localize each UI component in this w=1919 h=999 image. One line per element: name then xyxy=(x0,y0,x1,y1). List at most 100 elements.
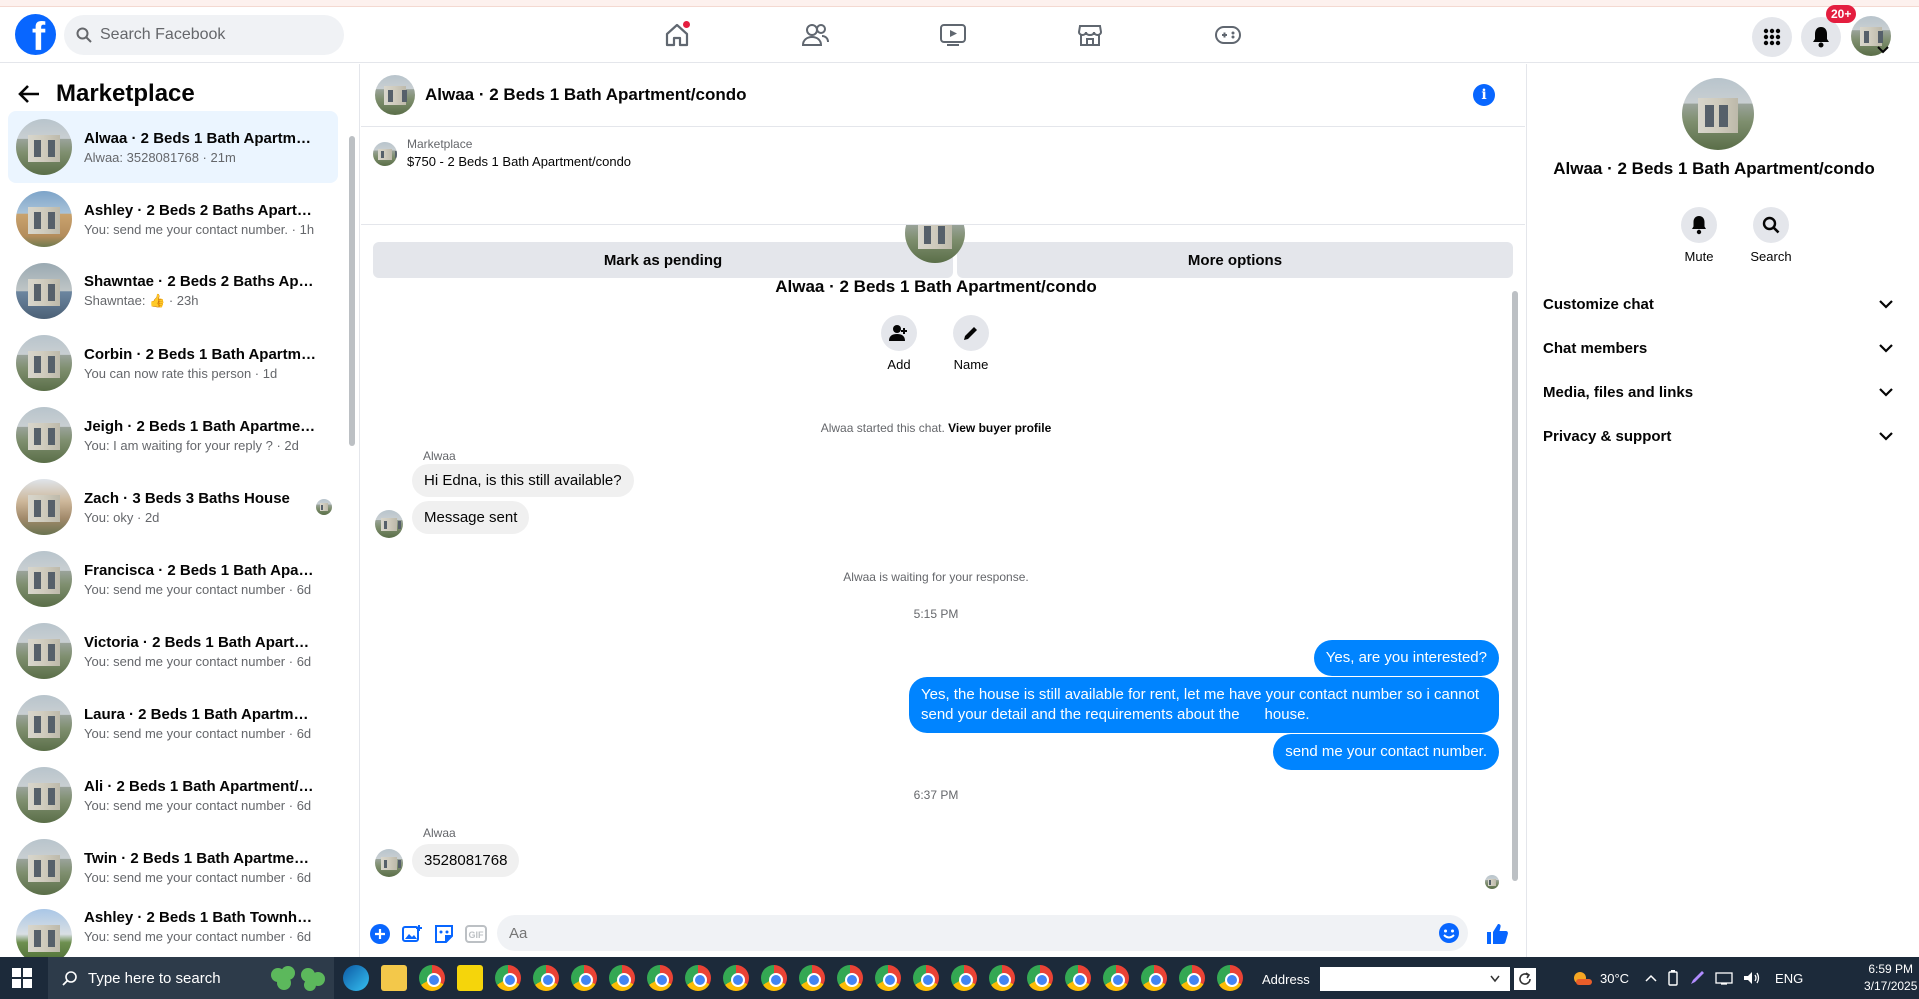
marketplace-nav[interactable] xyxy=(1074,19,1106,51)
name-button[interactable]: Name xyxy=(951,315,991,372)
sticker-button[interactable] xyxy=(433,923,455,945)
chat-members-section[interactable]: Chat members xyxy=(1543,328,1893,368)
conversation-item[interactable]: Zach · 3 Beds 3 Baths House You: oky · 2d xyxy=(8,471,338,543)
conversation-item[interactable]: Shawntae · 2 Beds 2 Baths Apart... Shawnt… xyxy=(8,255,338,327)
chevron-down-icon[interactable] xyxy=(1490,975,1500,983)
home-nav[interactable] xyxy=(661,19,693,51)
menu-button[interactable] xyxy=(1752,17,1792,57)
taskbar-search[interactable] xyxy=(48,957,334,999)
chrome-app-icon[interactable] xyxy=(419,965,445,991)
refresh-icon[interactable] xyxy=(1513,968,1536,990)
file-explorer-icon[interactable] xyxy=(381,965,407,991)
conversation-item[interactable]: Ashley · 2 Beds 1 Bath Townhouse You: sen… xyxy=(8,903,338,957)
chrome-app-icon[interactable] xyxy=(913,965,939,991)
conversation-item[interactable]: Francisca · 2 Beds 1 Bath Apartm... You: … xyxy=(8,543,338,615)
privacy-support-section[interactable]: Privacy & support xyxy=(1543,416,1893,456)
conversation-item[interactable]: Alwaa · 2 Beds 1 Bath Apartmen... Alwaa: … xyxy=(8,111,338,183)
media-files-links-section[interactable]: Media, files and links xyxy=(1543,372,1893,412)
windows-start-icon[interactable] xyxy=(12,968,32,988)
chevron-down-icon[interactable] xyxy=(1877,45,1889,55)
info-icon[interactable]: i xyxy=(1473,84,1495,106)
incoming-message[interactable]: Message sent xyxy=(412,501,530,534)
battery-icon[interactable] xyxy=(1667,970,1679,986)
chrome-app-icon[interactable] xyxy=(875,965,901,991)
incoming-message[interactable]: 3528081768 xyxy=(412,844,520,877)
address-input[interactable] xyxy=(1319,967,1510,991)
chrome-app-icon[interactable] xyxy=(989,965,1015,991)
chrome-app-icon[interactable] xyxy=(533,965,559,991)
message-input[interactable] xyxy=(509,924,1409,942)
conversation-title: Zach · 3 Beds 3 Baths House xyxy=(84,489,290,507)
sidebar-scrollbar[interactable] xyxy=(348,124,356,904)
gaming-nav[interactable] xyxy=(1212,19,1244,51)
conversation-item[interactable]: Ali · 2 Beds 1 Bath Apartment/co... You: … xyxy=(8,759,338,831)
emoji-icon[interactable] xyxy=(1438,922,1460,944)
sidebar-title: Marketplace xyxy=(56,80,195,107)
chat-title[interactable]: Alwaa · 2 Beds 1 Bath Apartment/condo xyxy=(425,85,746,105)
pen-icon[interactable] xyxy=(1689,970,1705,986)
mute-button[interactable]: Mute xyxy=(1669,207,1729,264)
chrome-app-icon[interactable] xyxy=(837,965,863,991)
chrome-app-icon[interactable] xyxy=(799,965,825,991)
watch-nav[interactable] xyxy=(937,19,969,51)
message-input-wrapper[interactable] xyxy=(497,915,1468,951)
facebook-logo[interactable]: f xyxy=(15,14,56,55)
details-avatar[interactable] xyxy=(1682,78,1754,150)
chrome-app-icon[interactable] xyxy=(571,965,597,991)
incoming-message[interactable]: Hi Edna, is this still available? xyxy=(412,464,634,497)
section-label: Privacy & support xyxy=(1543,427,1672,445)
scrollbar-thumb[interactable] xyxy=(349,136,355,446)
gif-button[interactable]: GIF xyxy=(465,923,487,945)
system-clock[interactable]: 6:59 PM 3/17/2025 xyxy=(1864,961,1917,995)
chevron-up-icon[interactable] xyxy=(1645,974,1657,982)
chrome-app-icon[interactable] xyxy=(1141,965,1167,991)
back-arrow-icon[interactable] xyxy=(18,84,40,104)
search-box[interactable] xyxy=(64,15,344,55)
conversation-item[interactable]: Jeigh · 2 Beds 1 Bath Apartment... You: I… xyxy=(8,399,338,471)
chrome-app-icon[interactable] xyxy=(1217,965,1243,991)
search-in-chat-button[interactable]: Search xyxy=(1741,207,1801,264)
conversation-item[interactable]: Victoria · 2 Beds 1 Bath Apartme... You: … xyxy=(8,615,338,687)
chrome-app-icon[interactable] xyxy=(647,965,673,991)
listing-description[interactable]: $750 - 2 Beds 1 Bath Apartment/condo xyxy=(407,154,631,169)
attach-photo-button[interactable] xyxy=(401,923,423,945)
search-input[interactable] xyxy=(100,26,320,44)
network-icon[interactable] xyxy=(1715,971,1733,985)
sender-avatar[interactable] xyxy=(375,849,403,877)
chrome-app-icon[interactable] xyxy=(1065,965,1091,991)
like-button[interactable] xyxy=(1484,921,1510,947)
outgoing-message[interactable]: Yes, the house is still available for re… xyxy=(909,677,1499,733)
temperature-text[interactable]: 30°C xyxy=(1600,971,1629,986)
language-indicator[interactable]: ENG xyxy=(1775,971,1803,986)
chrome-app-icon[interactable] xyxy=(685,965,711,991)
conversation-item[interactable]: Ashley · 2 Beds 2 Baths Apartme... You: s… xyxy=(8,183,338,255)
chrome-app-icon[interactable] xyxy=(1027,965,1053,991)
view-buyer-profile-link[interactable]: View buyer profile xyxy=(948,421,1051,435)
conversation-item[interactable]: Twin · 2 Beds 1 Bath Apartment/... You: s… xyxy=(8,831,338,903)
chrome-app-icon[interactable] xyxy=(951,965,977,991)
chrome-app-icon[interactable] xyxy=(723,965,749,991)
conversation-item[interactable]: Corbin · 2 Beds 1 Bath Apartmen... You ca… xyxy=(8,327,338,399)
outgoing-message[interactable]: Yes, are you interested? xyxy=(1313,640,1499,676)
edge-app-icon[interactable] xyxy=(343,965,369,991)
weather-icon[interactable] xyxy=(1572,969,1594,987)
taskbar-search-input[interactable] xyxy=(88,969,248,987)
chrome-app-icon[interactable] xyxy=(609,965,635,991)
scrollbar-thumb[interactable] xyxy=(1512,291,1518,881)
sender-avatar[interactable] xyxy=(375,510,403,538)
outgoing-message[interactable]: send me your contact number. xyxy=(1273,734,1499,770)
notifications-button[interactable] xyxy=(1801,17,1841,57)
conversation-item[interactable]: Laura · 2 Beds 1 Bath Apartment... You: s… xyxy=(8,687,338,759)
sticky-notes-icon[interactable] xyxy=(457,965,483,991)
chat-scrollbar[interactable] xyxy=(1511,231,1519,891)
more-actions-button[interactable] xyxy=(369,923,391,945)
add-button[interactable]: Add xyxy=(879,315,919,372)
chrome-app-icon[interactable] xyxy=(1103,965,1129,991)
volume-icon[interactable] xyxy=(1743,971,1761,985)
chat-avatar[interactable] xyxy=(375,75,415,115)
customize-chat-section[interactable]: Customize chat xyxy=(1543,284,1893,324)
chrome-app-icon[interactable] xyxy=(1179,965,1205,991)
friends-nav[interactable] xyxy=(799,19,831,51)
chrome-app-icon[interactable] xyxy=(761,965,787,991)
chrome-app-icon[interactable] xyxy=(495,965,521,991)
